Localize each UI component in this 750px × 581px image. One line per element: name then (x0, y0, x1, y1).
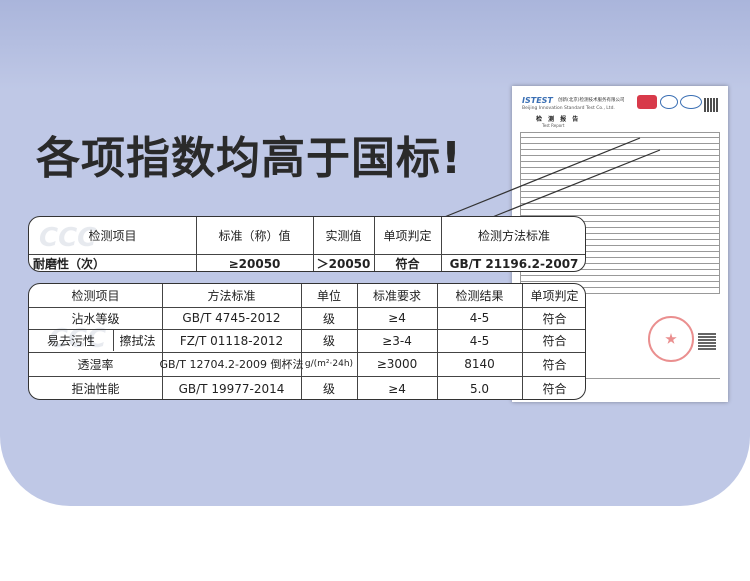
row-result: 4-5 (469, 311, 490, 325)
header-standard-value: 标准（称）值 (218, 229, 291, 243)
row-method: GB/T 19977-2014 (178, 381, 285, 396)
row-unit: 级 (322, 382, 335, 396)
row-requirement: ≥3-4 (382, 333, 412, 348)
row-result: 5.0 (469, 381, 490, 396)
row-verdict: 符合 (542, 382, 567, 396)
row-method: GB/T 4745-2012 (182, 311, 281, 325)
row-requirement: ≥4 (388, 381, 406, 396)
row-verdict: 符合 (542, 357, 567, 372)
header-method-standard: 检测方法标准 (477, 229, 550, 243)
row-method: FZ/T 01118-2012 (179, 333, 284, 348)
row-item: 透湿率 (77, 357, 114, 372)
header-unit: 单位 (316, 289, 341, 303)
row-verdict: 符合 (542, 334, 567, 348)
row-method: GB/T 12704.2-2009 倒杯法 (159, 358, 304, 371)
abrasion-method: GB/T 21196.2-2007 (449, 256, 579, 271)
abrasion-table: CCC 检测项目 标准（称）值 实测值 单项判定 检测方法标准 耐磨性（次） ≥… (28, 216, 586, 272)
header-test-item: 检测项目 (88, 229, 137, 243)
header-verdict: 单项判定 (383, 229, 432, 243)
header-method: 方法标准 (207, 289, 256, 303)
background-panel: 各项指数均高于国标! ISTEST 创新(北京)检测技术服务有限公司 Beiji… (0, 0, 750, 506)
header-test-item: 检测项目 (71, 289, 120, 303)
abrasion-measured: ＞20050 (316, 257, 371, 271)
header-measured-value: 实测值 (325, 229, 362, 243)
abrasion-item: 耐磨性（次） (33, 257, 106, 271)
row-unit: g/(m²·24h) (304, 359, 354, 369)
row-unit: 级 (322, 311, 335, 326)
row-item: 沾水等级 (71, 311, 120, 326)
row-result: 4-5 (469, 333, 490, 348)
row-verdict: 符合 (542, 311, 567, 326)
row-item: 拒油性能 (71, 382, 120, 396)
abrasion-standard: ≥20050 (228, 256, 281, 271)
row-requirement: ≥3000 (376, 357, 418, 371)
row-sub-item: 擦拭法 (119, 334, 156, 348)
row-result: 8140 (464, 357, 495, 371)
header-verdict: 单项判定 (530, 289, 579, 303)
row-requirement: ≥4 (388, 311, 406, 325)
header-requirement: 标准要求 (372, 289, 421, 303)
abrasion-verdict: 符合 (395, 257, 420, 271)
performance-table: CCC 检测项目 方法标准 单位 标准要求 检测结果 单项判定 沾水等级 GB/… (28, 283, 586, 400)
header-result: 检测结果 (455, 289, 504, 303)
page: 各项指数均高于国标! ISTEST 创新(北京)检测技术服务有限公司 Beiji… (0, 0, 750, 581)
row-unit: 级 (322, 334, 335, 348)
row-item: 易去污性 (46, 334, 95, 348)
